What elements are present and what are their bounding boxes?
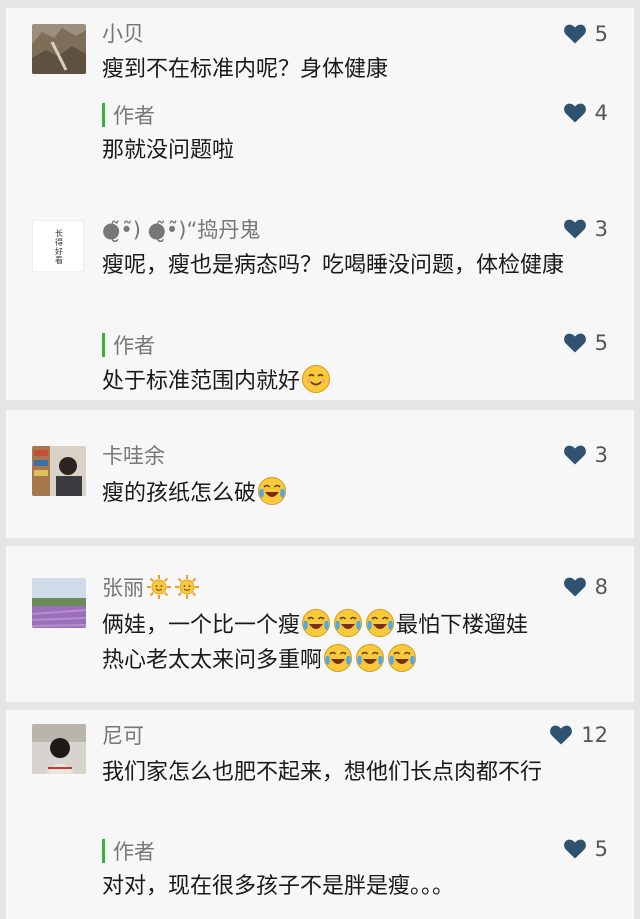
like-button[interactable]: 3 xyxy=(563,443,608,467)
like-count: 5 xyxy=(594,22,608,46)
comment-text: 瘦呢，瘦也是病态吗？吃喝睡没问题，体检健康 xyxy=(102,253,565,278)
author-label: 作者 xyxy=(113,840,155,864)
like-count: 8 xyxy=(594,575,608,599)
laugh-cry-emoji-icon xyxy=(355,643,385,673)
heart-icon xyxy=(563,577,587,597)
nickname[interactable]: ●̮̮̃•̃) ●̮̮̃•̃)“捣丹鬼 xyxy=(102,216,260,244)
like-count: 12 xyxy=(581,723,608,747)
comment-text: 俩娃，一个比一个瘦 最怕下楼遛娃 热心老太太来问多重啊 xyxy=(102,608,622,678)
heart-icon xyxy=(563,445,587,465)
comment-text-line2: 热心老太太来问多重啊 xyxy=(102,648,323,673)
nickname[interactable]: 小贝 xyxy=(102,20,144,48)
like-button[interactable]: 5 xyxy=(563,331,608,355)
reply-text-content: 处于标准范围内就好 xyxy=(102,369,301,394)
reply-text: 对对，现在很多孩子不是胖是瘦。。。 xyxy=(102,874,455,899)
reply-text: 处于标准范围内就好 xyxy=(102,364,622,399)
like-button[interactable]: 4 xyxy=(563,101,608,125)
avatar[interactable]: 长得好看 xyxy=(32,220,84,272)
like-count: 4 xyxy=(594,101,608,125)
like-button[interactable]: 3 xyxy=(563,217,608,241)
sun-emoji-icon xyxy=(146,574,172,600)
avatar[interactable] xyxy=(32,24,86,74)
comment-text: 瘦的孩纸怎么破 xyxy=(102,476,622,511)
nickname[interactable]: 尼可 xyxy=(102,722,144,750)
laugh-cry-emoji-icon xyxy=(333,608,363,638)
comment-text: 瘦到不在标准内呢？身体健康 xyxy=(102,57,389,82)
laugh-cry-emoji-icon xyxy=(301,608,331,638)
author-bar xyxy=(102,839,105,863)
heart-icon xyxy=(563,333,587,353)
like-button[interactable]: 12 xyxy=(549,723,608,747)
author-reply-label: 作者 xyxy=(102,836,155,866)
comment-card: 小贝 5 瘦到不在标准内呢？身体健康 作者 4 那就没问题啦 长得好看 ●̮̮̃… xyxy=(6,8,634,400)
author-bar xyxy=(102,103,105,127)
comment-card: 尼可 12 我们家怎么也肥不起来，想他们长点肉都不行 作者 5 对对，现在很多孩… xyxy=(6,710,634,919)
heart-icon xyxy=(549,725,573,745)
author-reply-label: 作者 xyxy=(102,100,155,130)
like-count: 3 xyxy=(594,443,608,467)
author-label: 作者 xyxy=(113,104,155,128)
like-button[interactable]: 8 xyxy=(563,575,608,599)
comment-text-content: 瘦的孩纸怎么破 xyxy=(102,481,257,506)
avatar[interactable] xyxy=(32,446,86,496)
laugh-cry-emoji-icon xyxy=(387,643,417,673)
comments-page: 小贝 5 瘦到不在标准内呢？身体健康 作者 4 那就没问题啦 长得好看 ●̮̮̃… xyxy=(0,0,640,919)
nickname[interactable]: 卡哇余 xyxy=(102,442,165,470)
comment-card: 张丽 8 俩娃，一个比一个瘦 最怕下楼遛娃 热心老太太来问多重啊 xyxy=(6,546,634,702)
heart-icon xyxy=(563,24,587,44)
avatar-text: 长得好看 xyxy=(55,229,63,265)
comment-text: 我们家怎么也肥不起来，想他们长点肉都不行 xyxy=(102,760,543,785)
laugh-cry-emoji-icon xyxy=(323,643,353,673)
sun-emoji-icon xyxy=(174,574,200,600)
author-reply-label: 作者 xyxy=(102,330,155,360)
avatar[interactable] xyxy=(32,724,86,774)
laugh-cry-emoji-icon xyxy=(365,608,395,638)
heart-icon xyxy=(563,219,587,239)
heart-icon xyxy=(563,103,587,123)
like-button[interactable]: 5 xyxy=(563,22,608,46)
like-button[interactable]: 5 xyxy=(563,837,608,861)
comment-text-line1a: 俩娃，一个比一个瘦 xyxy=(102,613,301,638)
nickname[interactable]: 张丽 xyxy=(102,574,200,602)
smile-emoji-icon xyxy=(301,364,331,394)
author-bar xyxy=(102,333,105,357)
reply-text: 那就没问题啦 xyxy=(102,138,235,163)
author-label: 作者 xyxy=(113,334,155,358)
comment-card: 卡哇余 3 瘦的孩纸怎么破 xyxy=(6,410,634,538)
like-count: 3 xyxy=(594,217,608,241)
heart-icon xyxy=(563,839,587,859)
nickname-text: 张丽 xyxy=(102,576,144,600)
avatar[interactable] xyxy=(32,578,86,628)
comment-text-line1b: 最怕下楼遛娃 xyxy=(396,613,529,638)
laugh-cry-emoji-icon xyxy=(257,476,287,506)
like-count: 5 xyxy=(594,331,608,355)
like-count: 5 xyxy=(594,837,608,861)
